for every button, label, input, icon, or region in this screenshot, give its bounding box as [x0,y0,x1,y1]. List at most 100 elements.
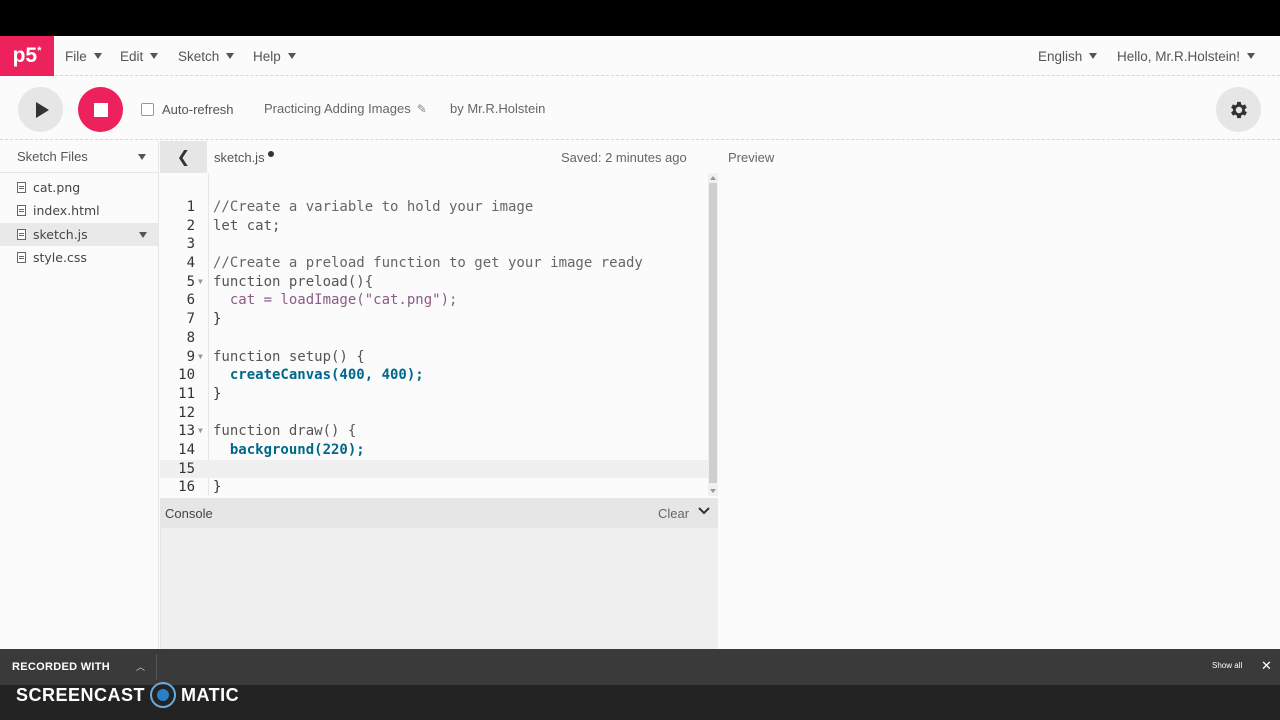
code-line[interactable]: 10 createCanvas(400, 400); [160,366,708,385]
code-line[interactable]: 9 ▼ function setup() { [160,348,708,367]
line-text: function setup() { [213,348,365,365]
editor-scrollbar[interactable] [708,173,718,496]
code-editor[interactable]: 1//Create a variable to hold your image … [160,173,718,496]
gear-icon [1230,101,1247,118]
line-number: 5 [186,273,195,290]
line-number: 11 [178,385,195,402]
chevron-down-icon [150,53,159,59]
file-label: index.html [33,203,100,219]
chevron-down-icon [1247,53,1256,59]
line-text: background(220); [213,441,365,458]
auto-refresh-label: Auto-refresh [162,102,234,117]
language-menu[interactable]: English [1038,36,1098,76]
p5-logo[interactable]: p5 * [0,36,54,76]
chevron-down-icon [93,53,102,59]
code-line[interactable]: 12 [160,404,708,423]
code-line[interactable]: 11} [160,385,708,404]
chevron-down-icon[interactable] [139,231,147,238]
code-line[interactable]: 8 [160,329,708,348]
play-button[interactable] [18,87,63,132]
close-icon[interactable]: ✕ [1261,658,1272,674]
stop-icon [93,102,108,117]
menu-edit-label: Edit [120,48,144,64]
code-line[interactable]: 14 background(220); [160,441,708,460]
user-greeting: Hello, Mr.R.Holstein! [1117,48,1241,64]
chevron-down-icon [287,53,296,59]
code-line[interactable]: 5 ▼ function preload(){ [160,273,708,292]
project-name[interactable]: Practicing Adding Images ✎ [264,101,427,116]
file-item-sketch-js[interactable]: sketch.js [0,222,158,246]
chevron-down-icon [1089,53,1098,59]
code-line[interactable]: 2 let cat; [160,217,708,236]
play-icon [35,101,49,118]
scroll-down-arrow-icon[interactable] [710,489,716,493]
line-number: 14 [178,441,195,458]
line-text: } [213,311,222,328]
preview-pane [720,173,1280,649]
fold-arrow-icon[interactable]: ▼ [198,348,203,367]
sidebar-header[interactable]: Sketch Files [0,141,158,173]
pencil-icon[interactable]: ✎ [417,102,427,116]
code-line[interactable]: 16} [160,478,708,496]
settings-button[interactable] [1216,87,1261,132]
line-number: 7 [186,311,195,328]
file-icon [17,205,26,217]
code-line[interactable]: 4 //Create a preload function to get your… [160,254,708,273]
line-number: 13 [178,423,195,440]
chevron-up-icon[interactable]: ︿ [136,660,145,673]
line-number: 1 [186,199,195,215]
code-line[interactable]: 6 cat = loadImage("cat.png"); [160,291,708,310]
menu-help[interactable]: Help [253,36,296,76]
fold-arrow-icon[interactable]: ▼ [198,422,203,441]
show-all-button[interactable]: Show all [1212,661,1242,670]
recorded-with-label: RECORDED WITH [12,661,111,673]
menu-edit[interactable]: Edit [120,36,159,76]
menu-file[interactable]: File [65,36,102,76]
line-text: } [213,479,222,496]
file-label: sketch.js [33,226,88,242]
line-text: let cat; [213,217,281,234]
logo-text: p5 [12,44,38,67]
file-item-style-css[interactable]: style.css [0,246,158,269]
editor-file-tab[interactable]: sketch.js [214,150,265,165]
chevron-down-icon[interactable] [697,504,711,521]
code-line[interactable]: 1 //Create a variable to hold your image [160,198,708,217]
auto-refresh-toggle[interactable]: Auto-refresh [141,102,234,117]
line-text: function preload(){ [213,273,374,290]
scroll-up-arrow-icon[interactable] [710,176,716,180]
code-line[interactable]: 7} [160,310,708,329]
editor-header: ❮ sketch.js Saved: 2 minutes ago [160,141,720,173]
file-item-index-html[interactable]: index.html [0,199,158,222]
logo-asterisk: * [37,45,42,57]
file-icon [17,228,26,240]
line-text: //Create a preload function to get your … [213,255,643,272]
file-list: cat.png index.html sketch.js style.css [0,173,158,269]
project-name-text: Practicing Adding Images [264,101,411,116]
toolbar: Auto-refresh Practicing Adding Images ✎ … [0,76,1280,140]
saved-status: Saved: 2 minutes ago [561,150,687,165]
line-number: 12 [178,404,195,421]
code-line[interactable]: 13 ▼ function draw() { [160,422,708,441]
stop-button[interactable] [78,87,123,132]
console-clear-button[interactable]: Clear [658,506,689,521]
nav-bar: p5 * File Edit Sketch Help English Hello,… [0,36,1280,76]
auto-refresh-checkbox[interactable] [141,103,154,116]
file-item-cat-png[interactable]: cat.png [0,176,158,199]
console-label: Console [165,506,213,521]
collapse-sidebar-button[interactable]: ❮ [160,141,207,173]
code-line-active[interactable]: 15 [160,459,708,479]
line-text: } [213,385,222,402]
menu-sketch-label: Sketch [178,48,220,64]
sidebar-title: Sketch Files [17,149,88,164]
code-line[interactable]: 3 [160,235,708,254]
scrollbar-thumb[interactable] [709,183,717,483]
p5-editor-app: p5 * File Edit Sketch Help English Hello,… [0,36,1280,649]
user-menu[interactable]: Hello, Mr.R.Holstein! [1117,36,1256,76]
line-number: 3 [186,236,195,253]
fold-arrow-icon[interactable]: ▼ [198,273,203,292]
file-icon [17,252,26,264]
console-output [160,528,718,649]
unsaved-indicator [268,151,274,157]
menu-sketch[interactable]: Sketch [178,36,235,76]
chevron-down-icon[interactable] [138,154,146,160]
